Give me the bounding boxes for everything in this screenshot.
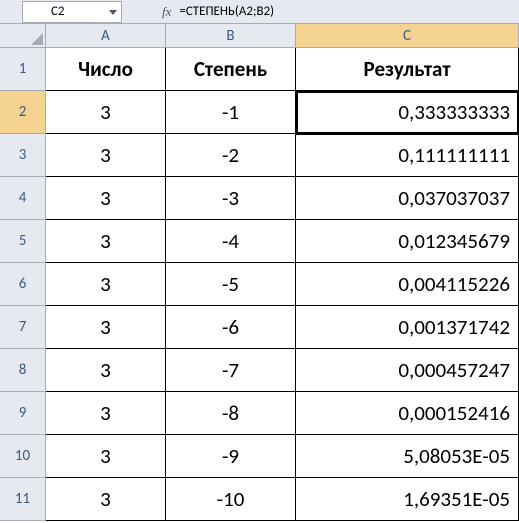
cell-c2[interactable]: 0,333333333: [296, 91, 519, 134]
col-header-b[interactable]: B: [166, 24, 296, 48]
row-header-5[interactable]: 5: [0, 220, 46, 263]
cell-b3[interactable]: -2: [166, 134, 296, 177]
row-header-1[interactable]: 1: [0, 48, 46, 91]
formula-section: fx =СТЕПЕНЬ(A2;B2): [162, 4, 274, 20]
cell-b9[interactable]: -8: [166, 392, 296, 435]
cell-c11[interactable]: 1,69351E-05: [296, 478, 519, 521]
col-header-c[interactable]: C: [296, 24, 519, 48]
cell-b8[interactable]: -7: [166, 349, 296, 392]
cell-a11[interactable]: 3: [46, 478, 166, 521]
cell-a5[interactable]: 3: [46, 220, 166, 263]
cell-c5[interactable]: 0,012345679: [296, 220, 519, 263]
row-header-7[interactable]: 7: [0, 306, 46, 349]
row-header-2[interactable]: 2: [0, 91, 46, 134]
select-all-corner[interactable]: [0, 24, 46, 48]
cell-b7[interactable]: -6: [166, 306, 296, 349]
cell-c7[interactable]: 0,001371742: [296, 306, 519, 349]
cell-c4[interactable]: 0,037037037: [296, 177, 519, 220]
name-box-value: C2: [51, 4, 65, 19]
name-box[interactable]: C2: [22, 1, 122, 23]
cell-c8[interactable]: 0,000457247: [296, 349, 519, 392]
row-header-4[interactable]: 4: [0, 177, 46, 220]
cell-a9[interactable]: 3: [46, 392, 166, 435]
row-header-3[interactable]: 3: [0, 134, 46, 177]
cell-b4[interactable]: -3: [166, 177, 296, 220]
row-header-11[interactable]: 11: [0, 478, 46, 521]
row-header-10[interactable]: 10: [0, 435, 46, 478]
cell-b2[interactable]: -1: [166, 91, 296, 134]
fx-icon[interactable]: fx: [162, 4, 171, 20]
cell-c3[interactable]: 0,111111111: [296, 134, 519, 177]
cell-c9[interactable]: 0,000152416: [296, 392, 519, 435]
cell-c1[interactable]: Результат: [296, 48, 519, 91]
cell-a10[interactable]: 3: [46, 435, 166, 478]
cell-b11[interactable]: -10: [166, 478, 296, 521]
cell-c6[interactable]: 0,004115226: [296, 263, 519, 306]
row-header-6[interactable]: 6: [0, 263, 46, 306]
cell-b6[interactable]: -5: [166, 263, 296, 306]
cell-b5[interactable]: -4: [166, 220, 296, 263]
cell-a3[interactable]: 3: [46, 134, 166, 177]
cell-a7[interactable]: 3: [46, 306, 166, 349]
cell-a8[interactable]: 3: [46, 349, 166, 392]
cell-a6[interactable]: 3: [46, 263, 166, 306]
cell-a2[interactable]: 3: [46, 91, 166, 134]
col-header-a[interactable]: A: [46, 24, 166, 48]
cell-b10[interactable]: -9: [166, 435, 296, 478]
cell-b1[interactable]: Степень: [166, 48, 296, 91]
row-header-9[interactable]: 9: [0, 392, 46, 435]
spreadsheet-grid: A B C 1 Число Степень Результат 2 3 -1 0…: [0, 24, 519, 521]
cell-a1[interactable]: Число: [46, 48, 166, 91]
cell-a4[interactable]: 3: [46, 177, 166, 220]
cell-c10[interactable]: 5,08053E-05: [296, 435, 519, 478]
formula-bar: C2 fx =СТЕПЕНЬ(A2;B2): [0, 0, 519, 24]
row-header-8[interactable]: 8: [0, 349, 46, 392]
formula-input[interactable]: =СТЕПЕНЬ(A2;B2): [179, 4, 274, 19]
